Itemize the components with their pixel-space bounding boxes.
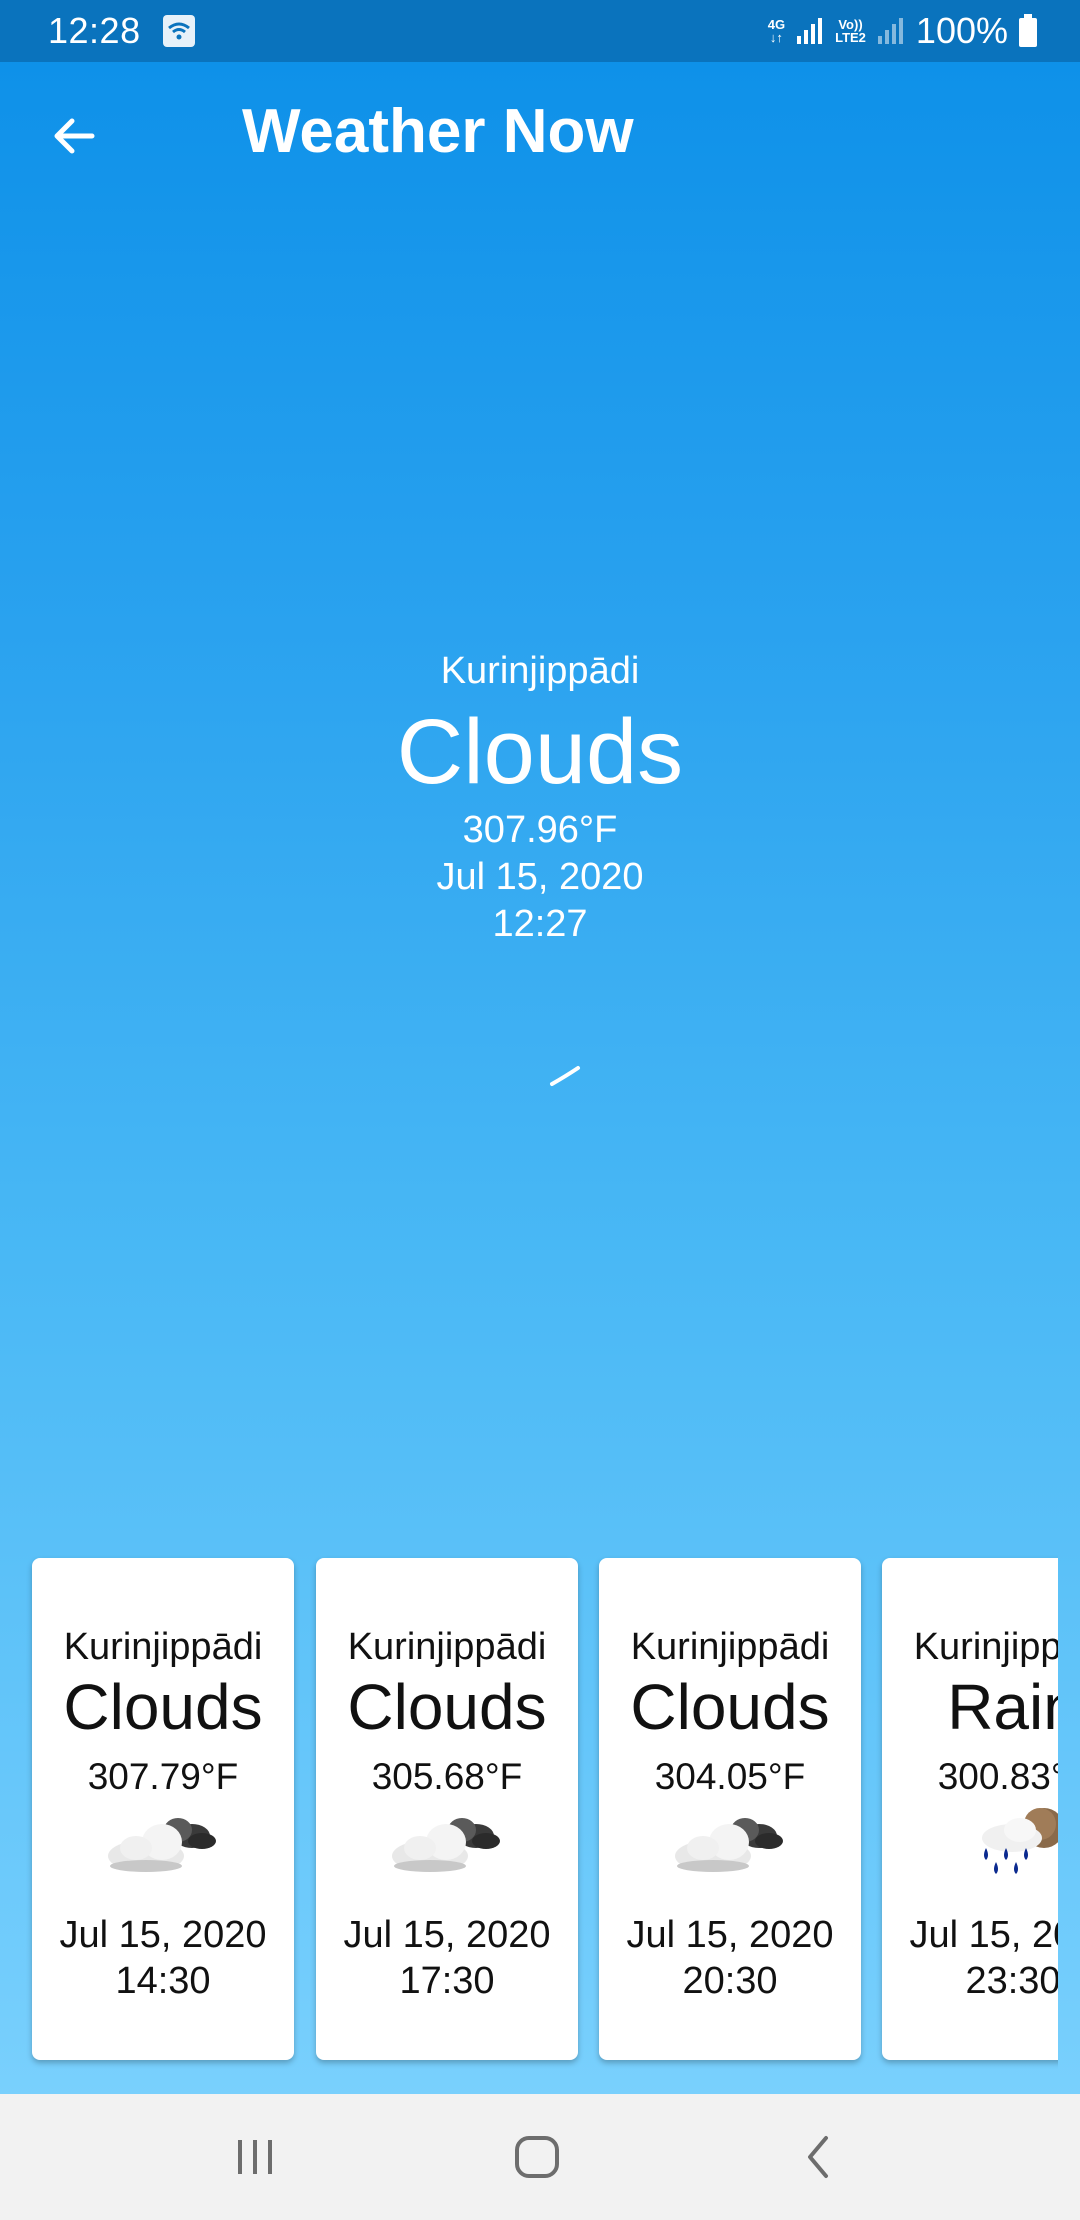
card-condition: Rain — [947, 1671, 1058, 1743]
card-condition: Clouds — [347, 1671, 547, 1743]
signal-icon — [797, 18, 823, 44]
forecast-card[interactable]: Kurinjippādi Clouds 305.68°F Jul 15, 202… — [316, 1558, 578, 2060]
arrow-left-icon[interactable] — [44, 106, 104, 166]
card-time: 14:30 — [115, 1960, 211, 2002]
home-icon[interactable] — [507, 2132, 567, 2182]
loading-spinner-icon — [550, 1066, 580, 1086]
battery-icon — [1019, 14, 1037, 47]
card-temperature: 305.68°F — [371, 1756, 523, 1797]
card-temperature: 300.83°F — [937, 1756, 1058, 1797]
card-date: Jul 15, 2020 — [343, 1914, 551, 1956]
rain-icon — [982, 1808, 1058, 1874]
card-time: 23:30 — [965, 1960, 1058, 2002]
status-bar: 12:28 4G ↓↑ Vo)) LTE2 100% — [0, 0, 1080, 62]
current-condition: Clouds — [396, 701, 684, 803]
app-bar: Weather Now — [0, 62, 1080, 210]
weather-screen: 12:28 4G ↓↑ Vo)) LTE2 100% Weather Now K… — [0, 0, 1080, 2094]
signal-icon-2 — [877, 18, 903, 44]
forecast-card[interactable]: Kurinjippādi Rain 300.83°F Jul 15, 2020 … — [882, 1558, 1058, 2060]
card-date: Jul 15, 2020 — [59, 1914, 267, 1956]
forecast-list[interactable]: Kurinjippādi Clouds 307.79°F Jul 15, 202… — [0, 1540, 1058, 2070]
back-icon[interactable] — [790, 2132, 850, 2182]
status-time: 12:28 — [48, 10, 141, 51]
volte-label: Vo)) LTE2 — [835, 17, 866, 45]
current-city: Kurinjippādi — [440, 650, 640, 692]
card-city: Kurinjippādi — [913, 1626, 1058, 1668]
forecast-card[interactable]: Kurinjippādi Clouds 304.05°F Jul 15, 202… — [599, 1558, 861, 2060]
current-time: 12:27 — [492, 903, 588, 945]
page-title: Weather Now — [242, 97, 634, 166]
card-city: Kurinjippādi — [63, 1626, 263, 1668]
card-city: Kurinjippādi — [347, 1626, 547, 1668]
card-time: 20:30 — [682, 1960, 778, 2002]
clouds-icon — [392, 1818, 500, 1872]
card-temperature: 304.05°F — [654, 1756, 806, 1797]
card-temperature: 307.79°F — [87, 1756, 239, 1797]
card-city: Kurinjippādi — [630, 1626, 830, 1668]
card-date: Jul 15, 2020 — [909, 1914, 1058, 1956]
current-temperature: 307.96°F — [462, 809, 618, 851]
current-date: Jul 15, 2020 — [436, 856, 644, 898]
card-condition: Clouds — [630, 1671, 830, 1743]
wifi-icon — [163, 15, 195, 47]
network-4g-label: 4G ↓↑ — [767, 17, 786, 45]
recent-apps-icon[interactable] — [226, 2132, 286, 2182]
card-time: 17:30 — [399, 1960, 495, 2002]
system-nav-bar — [0, 2094, 1080, 2220]
card-date: Jul 15, 2020 — [626, 1914, 834, 1956]
card-condition: Clouds — [63, 1671, 263, 1743]
clouds-icon — [675, 1818, 783, 1872]
clouds-icon — [108, 1818, 216, 1872]
current-weather: Kurinjippādi Clouds 307.96°F Jul 15, 202… — [0, 645, 1080, 948]
forecast-card[interactable]: Kurinjippādi Clouds 307.79°F Jul 15, 202… — [32, 1558, 294, 2060]
battery-percent: 100% — [915, 10, 1008, 51]
